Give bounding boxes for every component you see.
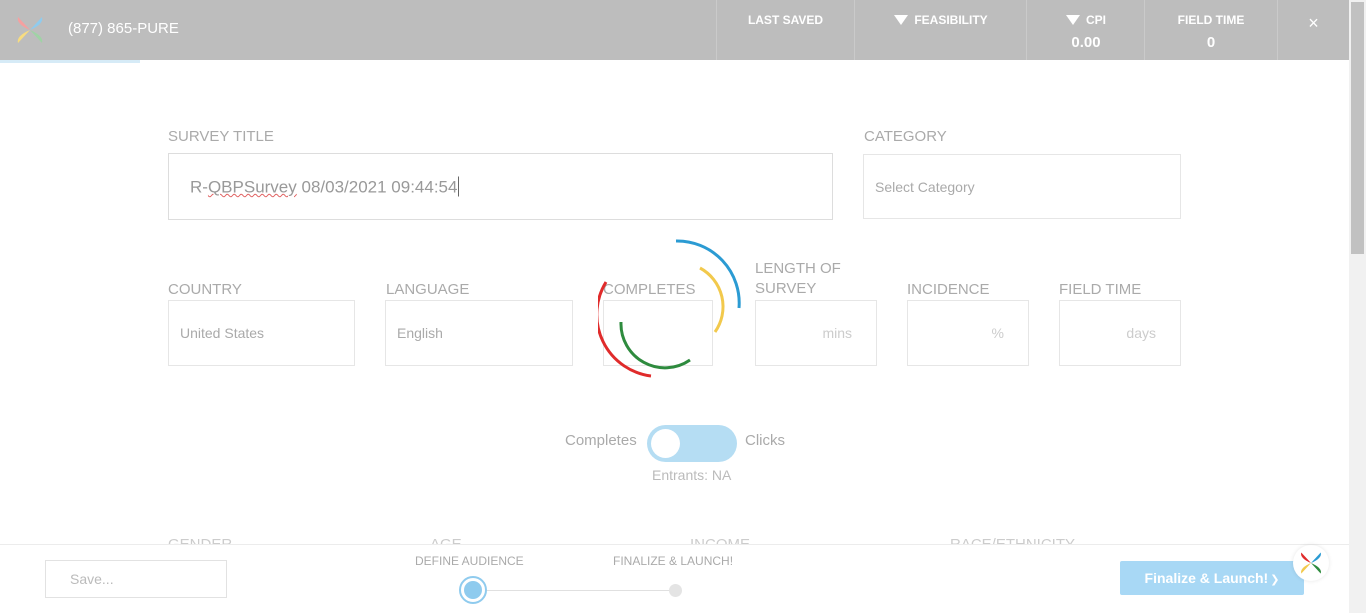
survey-title-prefix: R-	[190, 177, 208, 196]
filter-triangle-icon	[894, 15, 909, 25]
chevron-right-icon: ❯	[1270, 574, 1280, 586]
text-caret	[458, 176, 460, 196]
category-label: CATEGORY	[864, 128, 947, 145]
survey-title-rest: 08/03/2021 09:44:54	[296, 177, 458, 196]
country-select[interactable]: United States	[168, 300, 355, 366]
entrants-text: Entrants: NA	[652, 467, 732, 483]
chat-badge[interactable]	[1293, 545, 1329, 581]
country-value: United States	[180, 325, 265, 341]
field-time-header-label: FIELD TIME	[1177, 13, 1245, 27]
cpi-value: 0.00	[1071, 34, 1101, 51]
country-label: COUNTRY	[168, 281, 242, 298]
length-label-line1: LENGTH OF	[755, 260, 841, 277]
toggle-knob	[651, 429, 680, 458]
last-saved-label: LAST SAVED	[747, 13, 824, 27]
category-placeholder: Select Category	[875, 178, 975, 195]
field-time-unit: days	[1126, 325, 1156, 341]
field-time-label: FIELD TIME	[1059, 281, 1142, 298]
toggle-clicks-label: Clicks	[745, 432, 785, 449]
field-time-header-value: 0	[1206, 34, 1216, 51]
survey-title-label: SURVEY TITLE	[168, 128, 274, 145]
language-label: LANGUAGE	[386, 281, 470, 298]
completes-clicks-toggle[interactable]	[647, 425, 737, 462]
finalize-launch-button[interactable]: Finalize & Launch! ❯	[1120, 561, 1304, 595]
language-value: English	[397, 325, 443, 341]
survey-title-word: QBPSurvey	[207, 177, 297, 196]
save-input[interactable]: Save...	[45, 560, 227, 598]
step-define-audience-label: DEFINE AUDIENCE	[415, 554, 524, 568]
top-header-bar: (877) 865-PURE LAST SAVED FEASIBILITY CP…	[0, 0, 1349, 60]
step-track	[473, 590, 676, 591]
step-finalize-launch-dot[interactable]	[669, 584, 682, 597]
incidence-label: INCIDENCE	[907, 281, 990, 298]
loading-spinner-icon	[598, 239, 741, 378]
page-progress-indicator	[0, 60, 140, 63]
chat-logo-icon	[1301, 552, 1321, 574]
length-input[interactable]: mins	[755, 300, 877, 366]
field-time-cell: FIELD TIME 0	[1144, 0, 1277, 60]
incidence-unit: %	[991, 325, 1004, 341]
step-finalize-launch-label: FINALIZE & LAUNCH!	[613, 554, 734, 568]
language-select[interactable]: English	[385, 300, 573, 366]
incidence-input[interactable]: %	[907, 300, 1029, 366]
finalize-launch-label: Finalize & Launch!	[1144, 570, 1269, 586]
last-saved-cell: LAST SAVED	[716, 0, 854, 60]
survey-title-input[interactable]: R-QBPSurvey 08/03/2021 09:44:54	[168, 153, 833, 220]
scrollbar-thumb[interactable]	[1351, 2, 1364, 254]
cpi-cell[interactable]: CPI 0.00	[1026, 0, 1145, 60]
cpi-label: CPI	[1085, 13, 1106, 27]
field-time-input[interactable]: days	[1059, 300, 1181, 366]
length-unit: mins	[822, 325, 852, 341]
length-label: LENGTH OF SURVEY	[755, 259, 841, 299]
length-label-line2: SURVEY	[755, 280, 817, 297]
logo-icon[interactable]	[14, 14, 46, 46]
feasibility-cell[interactable]: FEASIBILITY	[854, 0, 1027, 60]
category-select[interactable]: Select Category	[863, 154, 1181, 219]
close-icon[interactable]: ×	[1277, 0, 1349, 60]
phone-number[interactable]: (877) 865-PURE	[68, 20, 179, 37]
step-define-audience-dot[interactable]	[459, 576, 487, 604]
filter-triangle-icon	[1065, 15, 1080, 25]
feasibility-label: FEASIBILITY	[914, 13, 988, 27]
toggle-completes-label: Completes	[565, 432, 637, 449]
